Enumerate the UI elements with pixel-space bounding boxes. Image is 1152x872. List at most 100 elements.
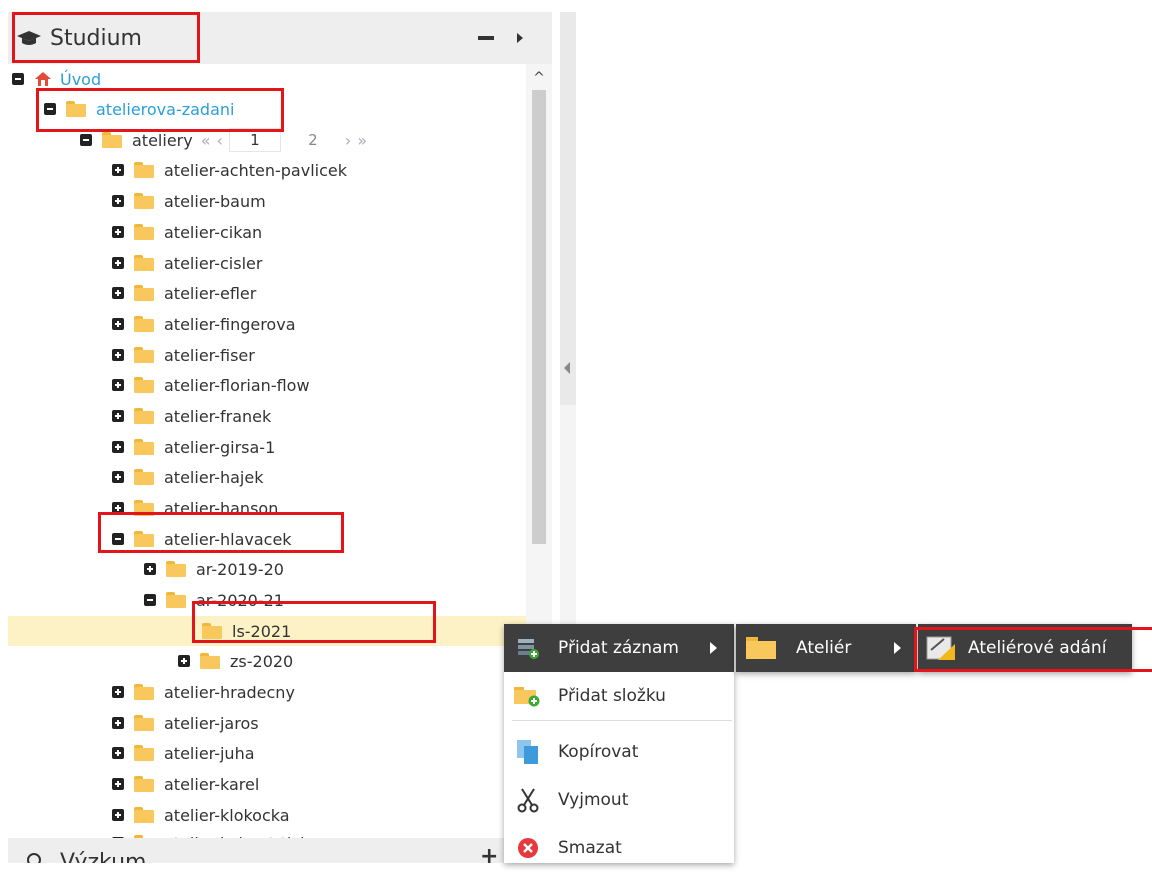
tree-node-label[interactable]: atelier-baum — [164, 192, 266, 211]
menu-item-add-record[interactable]: Přidat záznam — [504, 624, 734, 672]
tree-node-label[interactable]: atelier-hanson — [164, 499, 278, 518]
tree-node-label[interactable]: atelier-hlavacek — [164, 530, 292, 549]
tree-node-label[interactable]: atelier-jaros — [164, 714, 259, 733]
collapse-left-icon[interactable] — [564, 362, 570, 374]
pager-page-2[interactable]: 2 — [287, 128, 339, 152]
expand-icon[interactable] — [178, 655, 190, 667]
collapse-icon[interactable] — [44, 103, 56, 115]
expand-icon[interactable] — [112, 410, 124, 422]
scroll-up-icon[interactable]: ^ — [526, 68, 552, 88]
tree-node-label[interactable]: ar-2019-20 — [196, 560, 284, 579]
tree-node-atelier[interactable]: atelier-hradecny — [112, 677, 295, 707]
tree-node-atelierova-zadani[interactable]: atelierova-zadani — [44, 94, 234, 124]
expand-icon[interactable] — [112, 778, 124, 790]
tree-node-atelier[interactable]: atelier-karel — [112, 769, 259, 799]
tree-node-atelier[interactable]: atelier-cikan — [112, 217, 262, 247]
menu-item-cut[interactable]: Vyjmout — [504, 776, 628, 824]
tree-node-atelier-hlavacek[interactable]: atelier-hlavacek — [112, 524, 292, 554]
tree-node-ateliery[interactable]: ateliery « ‹ 1 2 › » — [80, 125, 367, 155]
tree-node-atelier[interactable]: atelier-juha — [112, 738, 255, 768]
vyzkum-panel-header[interactable]: Výzkum + — [8, 838, 552, 863]
tree-node-ls-2021-selected[interactable]: ls-2021 — [8, 616, 526, 646]
expand-icon[interactable] — [112, 686, 124, 698]
folder-icon — [134, 745, 154, 761]
expand-icon[interactable] — [112, 349, 124, 361]
menu-item-atelierove-adani[interactable]: Ateliérové adání — [918, 624, 1132, 672]
tree-node-atelier[interactable]: atelier-franek — [112, 401, 271, 431]
expand-icon[interactable] — [112, 318, 124, 330]
next-page-icon[interactable]: › — [345, 131, 351, 150]
prev-page-icon[interactable]: ‹ — [217, 131, 223, 150]
expand-icon[interactable] — [112, 747, 124, 759]
tree-node-label[interactable]: atelier-achten-pavlicek — [164, 161, 347, 180]
expand-icon[interactable] — [112, 502, 124, 514]
tree-node-atelier[interactable]: atelier-florian-flow — [112, 370, 310, 400]
scrollbar-thumb[interactable] — [532, 90, 546, 544]
tree-node-label[interactable]: atelier-fiser — [164, 346, 255, 365]
collapse-icon[interactable] — [112, 533, 124, 545]
tree-node-ar-2020-21[interactable]: ar-2020-21 — [144, 585, 284, 615]
folder-icon — [134, 162, 154, 178]
tree-node-label[interactable]: atelier-karel — [164, 775, 259, 794]
panel-header[interactable]: Studium — [8, 12, 552, 64]
collapse-icon[interactable] — [144, 594, 156, 606]
tree-node-ar-2019-20[interactable]: ar-2019-20 — [144, 554, 284, 584]
tree-node-atelier[interactable]: atelier-fingerova — [112, 309, 296, 339]
folder-icon — [166, 561, 186, 577]
expand-icon[interactable] — [112, 195, 124, 207]
tree-node-label[interactable]: atelierova-zadani — [96, 100, 234, 119]
expand-icon[interactable] — [112, 287, 124, 299]
tree-node-label[interactable]: atelier-klokocka — [164, 806, 290, 825]
expand-icon[interactable] — [144, 563, 156, 575]
tree-node-atelier[interactable]: atelier-fiser — [112, 340, 255, 370]
tree-node-atelier[interactable]: atelier-efler — [112, 278, 256, 308]
minimize-button[interactable] — [474, 26, 498, 50]
tree-node-label[interactable]: atelier-juha — [164, 744, 255, 763]
expand-button[interactable] — [510, 26, 530, 50]
plus-icon[interactable]: + — [480, 844, 498, 863]
tree-node-label[interactable]: ls-2021 — [232, 622, 291, 641]
tree-node-label[interactable]: atelier-franek — [164, 407, 271, 426]
expand-icon[interactable] — [112, 717, 124, 729]
tree-node-label[interactable]: atelier-efler — [164, 284, 256, 303]
tree-node-label[interactable]: atelier-cisler — [164, 254, 262, 273]
tree-node-atelier[interactable]: atelier-girsa-1 — [112, 432, 275, 462]
expand-icon[interactable] — [112, 226, 124, 238]
pager-page-1[interactable]: 1 — [228, 128, 281, 152]
panel-title[interactable]: Studium — [16, 12, 142, 64]
tree-node-label[interactable]: atelier-girsa-1 — [164, 438, 275, 457]
expand-icon[interactable] — [112, 164, 124, 176]
last-page-icon[interactable]: » — [357, 131, 367, 150]
tree-node-root[interactable]: Úvod — [12, 64, 101, 94]
tree-node-atelier[interactable]: atelier-hanson — [112, 493, 278, 523]
expand-icon[interactable] — [112, 809, 124, 821]
expand-icon[interactable] — [112, 379, 124, 391]
tree-node-label[interactable]: ateliery — [132, 131, 193, 150]
tree-node-atelier[interactable]: atelier-achten-pavlicek — [112, 155, 347, 185]
tree-node-atelier[interactable]: atelier-klokocka — [112, 800, 290, 830]
tree-node-atelier[interactable]: atelier-baum — [112, 186, 266, 216]
collapse-icon[interactable] — [12, 73, 24, 85]
tree-node-label[interactable]: atelier-fingerova — [164, 315, 296, 334]
expand-icon[interactable] — [112, 471, 124, 483]
panel-splitter[interactable] — [560, 12, 576, 405]
tree-node-label[interactable]: atelier-cikan — [164, 223, 262, 242]
first-page-icon[interactable]: « — [201, 131, 211, 150]
menu-item-delete[interactable]: Smazat — [504, 824, 622, 872]
tree-node-label[interactable]: ar-2020-21 — [196, 591, 284, 610]
tree-node-atelier[interactable]: atelier-hajek — [112, 462, 263, 492]
tree-node-label[interactable]: Úvod — [60, 70, 101, 89]
expand-icon[interactable] — [112, 441, 124, 453]
tree-node-atelier[interactable]: atelier-cisler — [112, 248, 262, 278]
collapse-icon[interactable] — [80, 134, 92, 146]
expand-icon[interactable] — [112, 257, 124, 269]
menu-item-copy[interactable]: Kopírovat — [504, 728, 638, 776]
menu-item-add-folder[interactable]: Přidat složku — [504, 672, 666, 720]
tree-node-label[interactable]: atelier-florian-flow — [164, 376, 310, 395]
tree-node-atelier[interactable]: atelier-jaros — [112, 708, 259, 738]
menu-item-atelier[interactable]: Ateliér — [736, 624, 916, 672]
tree-node-zs-2020[interactable]: zs-2020 — [178, 646, 293, 676]
tree-node-label[interactable]: zs-2020 — [230, 652, 293, 671]
tree-node-label[interactable]: atelier-hradecny — [164, 683, 295, 702]
tree-node-label[interactable]: atelier-hajek — [164, 468, 263, 487]
